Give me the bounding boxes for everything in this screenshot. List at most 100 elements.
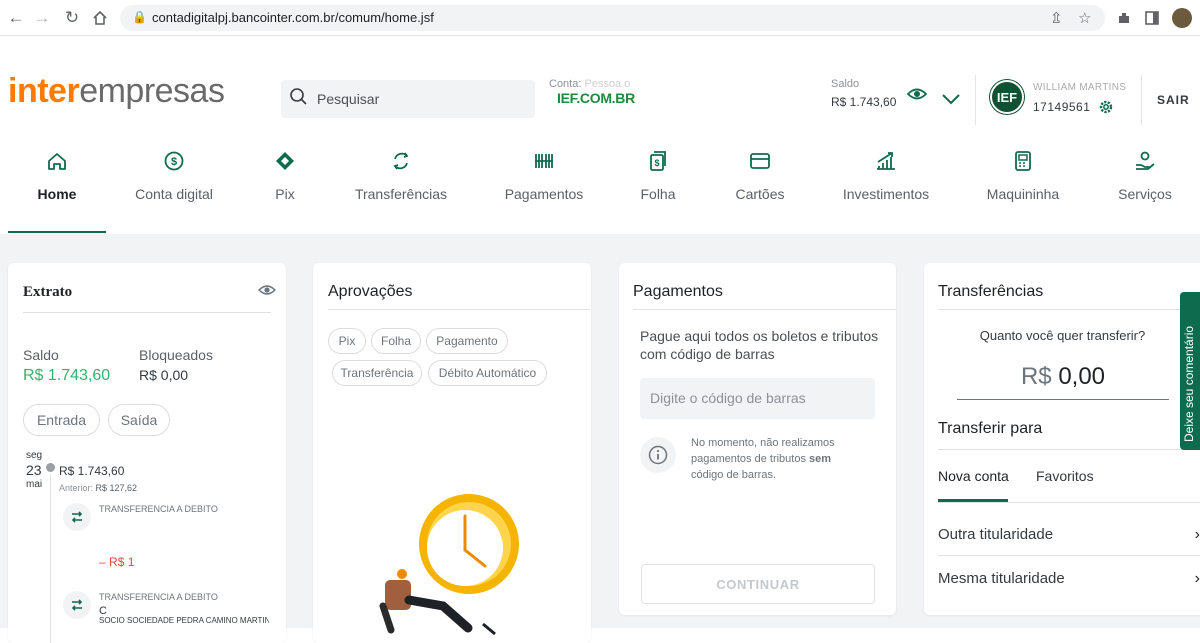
anterior-value: R$ 127,62: [95, 483, 138, 493]
company-avatar[interactable]: IEF: [990, 80, 1024, 114]
barcode-input[interactable]: Digite o código de barras: [640, 378, 875, 419]
account-label-overlay: Pessoa o: [584, 78, 631, 90]
nav-servicos[interactable]: Serviços: [1112, 150, 1178, 202]
account-company-name[interactable]: IEF.COM.BR: [557, 90, 635, 106]
card-icon: [750, 153, 770, 169]
extrato-title: Extrato: [23, 284, 73, 300]
chip-debito-automatico[interactable]: Débito Automático: [428, 360, 547, 386]
nav-home[interactable]: Home: [8, 150, 106, 202]
chip-pix[interactable]: Pix: [328, 328, 366, 354]
nav-pix[interactable]: Pix: [255, 150, 315, 202]
transferencias-title: Transferências: [938, 283, 1044, 300]
clock-person-illustration: [379, 494, 519, 636]
home-browser-icon[interactable]: [88, 6, 112, 30]
nav-pagamentos[interactable]: Pagamentos: [499, 150, 589, 202]
profile-avatar-icon[interactable]: [1170, 6, 1194, 30]
nav-conta-digital[interactable]: $ Conta digital: [124, 150, 224, 202]
continuar-button[interactable]: CONTINUAR: [641, 564, 875, 604]
search-icon: [290, 88, 307, 105]
tab-favoritos[interactable]: Favoritos: [1036, 468, 1094, 484]
nav-transferencias[interactable]: Transferências: [350, 150, 452, 202]
nav-folha[interactable]: $ Folha: [630, 150, 686, 202]
user-account-number: 17149561: [1033, 100, 1091, 114]
logo-brand: inter: [8, 72, 80, 110]
chevron-down-icon[interactable]: [941, 92, 961, 110]
transfer-icon: [63, 591, 91, 619]
payroll-icon: $: [650, 151, 666, 171]
transfer-amount: 0,00: [1058, 363, 1106, 390]
transaction-title[interactable]: TRANSFERENCIA A DEBITO: [99, 592, 218, 602]
filter-saida-button[interactable]: Saída: [108, 404, 170, 436]
timeline-line: [50, 474, 51, 643]
transfer-icon: [393, 152, 409, 170]
chart-up-icon: [877, 152, 895, 170]
account-label-text: Conta:: [549, 78, 582, 90]
nav-maquininha[interactable]: Maquininha: [983, 150, 1063, 202]
chevron-right-icon: ›: [1194, 526, 1200, 543]
pix-icon: [276, 152, 294, 170]
share-icon[interactable]: ⇫: [1050, 9, 1063, 27]
transfer-amount-input[interactable]: R$ 0,00: [957, 363, 1169, 400]
anterior-label: Anterior:: [59, 483, 94, 493]
search-input[interactable]: Pesquisar: [281, 80, 535, 118]
amount-value: R$ 1: [109, 555, 135, 569]
transfer-to-title: Transferir para: [938, 420, 1043, 437]
transaction-title[interactable]: TRANSFERENCIA A DEBITO: [99, 504, 218, 514]
logout-button[interactable]: SAIR: [1157, 93, 1190, 107]
barcode-input-placeholder: Digite o código de barras: [650, 390, 806, 406]
header-balance-label: Saldo: [831, 78, 860, 90]
nav-label: Pix: [275, 186, 295, 202]
feedback-tab[interactable]: Deixe seu comentário: [1180, 292, 1200, 450]
negative-sign: –: [99, 555, 106, 569]
nav-label: Serviços: [1118, 186, 1172, 202]
services-icon: [1136, 151, 1155, 170]
barcode-icon: [535, 154, 553, 168]
gear-icon[interactable]: [1098, 99, 1114, 120]
nav-cartoes[interactable]: Cartões: [726, 150, 794, 202]
option-mesma-titularidade[interactable]: Mesma titularidade ›: [938, 570, 1200, 587]
extensions-icon[interactable]: [1112, 6, 1136, 30]
side-panel-icon[interactable]: [1140, 6, 1164, 30]
filter-entrada-button[interactable]: Entrada: [23, 404, 100, 436]
search-placeholder: Pesquisar: [317, 91, 380, 107]
chip-folha[interactable]: Folha: [371, 328, 421, 354]
browser-toolbar: ← → ↻ 🔒 contadigitalpj.bancointer.com.br…: [0, 0, 1200, 36]
eye-icon[interactable]: [258, 283, 276, 302]
tab-nova-conta[interactable]: Nova conta: [938, 468, 1009, 484]
logo-suffix: empresas: [79, 72, 225, 110]
transaction-description: SOCIO SOCIEDADE PEDRA CAMINO MARTINS: [99, 616, 269, 625]
nav-investimentos[interactable]: Investimentos: [838, 150, 934, 202]
currency-symbol: R$: [1020, 363, 1052, 390]
divider: [938, 449, 1200, 450]
home-icon: [48, 153, 66, 170]
eye-icon[interactable]: [906, 86, 928, 107]
option-outra-titularidade[interactable]: Outra titularidade ›: [938, 526, 1200, 543]
aprovacoes-title: Aprovações: [328, 283, 413, 300]
user-name: WILLIAM MARTINS: [1033, 82, 1127, 93]
header-divider: [1141, 75, 1142, 125]
nav-label: Folha: [640, 186, 676, 202]
divider: [938, 555, 1200, 556]
divider: [633, 309, 896, 310]
pagamentos-title: Pagamentos: [633, 283, 723, 300]
chevron-right-icon: ›: [1194, 570, 1200, 587]
reload-icon[interactable]: ↻: [60, 6, 84, 30]
inter-empresas-logo[interactable]: interempresas: [8, 72, 225, 111]
timeline-dot: [46, 463, 55, 472]
back-icon[interactable]: ←: [4, 6, 28, 30]
bloqueados-label: Bloqueados: [139, 347, 213, 363]
nav-active-indicator: [8, 231, 106, 233]
anterior-balance: Anterior: R$ 127,62: [59, 483, 137, 493]
feedback-label: Deixe seu comentário: [1182, 325, 1196, 442]
header-divider: [975, 75, 976, 125]
chip-pagamento[interactable]: Pagamento: [426, 328, 508, 354]
pos-terminal-icon: [1015, 151, 1031, 171]
chip-transferencia[interactable]: Transferência: [332, 360, 422, 386]
transfer-question: Quanto você quer transferir?: [979, 328, 1146, 343]
divider: [938, 502, 1200, 503]
forward-icon[interactable]: →: [30, 6, 54, 30]
address-bar[interactable]: 🔒 contadigitalpj.bancointer.com.br/comum…: [120, 5, 1105, 31]
notice-bold: sem: [809, 453, 832, 465]
bookmark-star-icon[interactable]: ☆: [1078, 9, 1091, 27]
divider: [938, 309, 1200, 310]
